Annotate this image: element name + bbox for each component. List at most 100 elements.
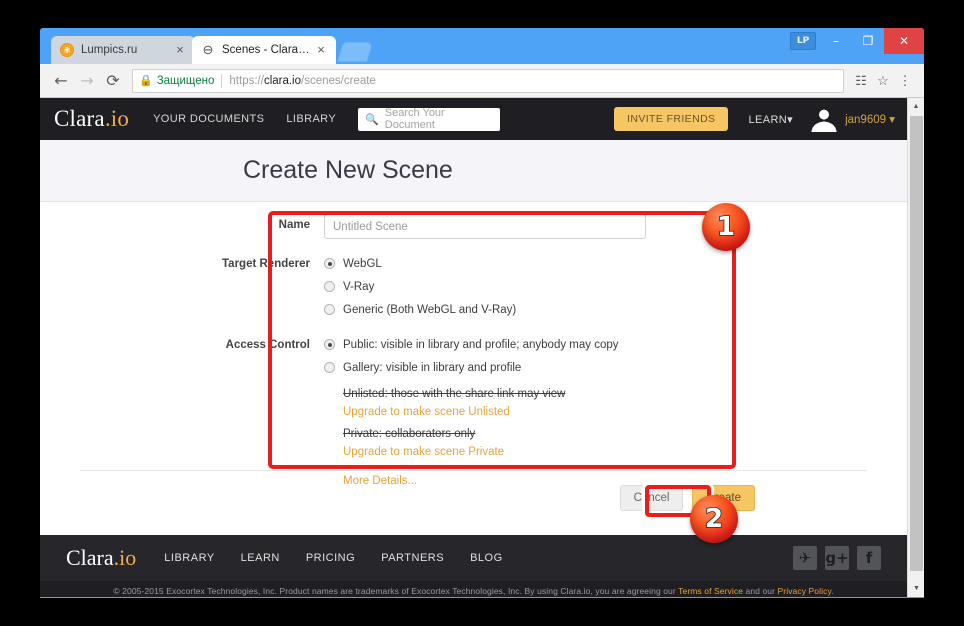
radio-button-icon[interactable] (324, 362, 335, 373)
annotation-badge-1: 1 (702, 203, 750, 251)
learn-label: LEARN (748, 113, 788, 126)
name-control (324, 214, 907, 239)
footer-link-blog[interactable]: BLOG (470, 552, 503, 564)
secure-label: Защищено (156, 74, 215, 87)
new-tab-button[interactable] (337, 42, 373, 62)
learn-dropdown[interactable]: LEARN▾ (748, 113, 793, 126)
radio-label: V-Ray (343, 280, 375, 293)
nav-your-documents[interactable]: YOUR DOCUMENTS (153, 113, 264, 125)
chevron-down-icon: ▾ (889, 114, 895, 126)
chrome-browser-window: Lumpics.ru × ⊖ Scenes - Clara.io × LP – … (40, 28, 924, 598)
url-path: /scenes/create (301, 74, 376, 87)
copyright-part-1: © 2005-2015 Exocortex Technologies, Inc.… (113, 586, 679, 596)
site-footer: Clara.io LIBRARY LEARN PRICING PARTNERS … (40, 535, 907, 581)
footer-link-partners[interactable]: PARTNERS (381, 552, 444, 564)
bookmark-star-icon[interactable]: ☆ (872, 70, 894, 92)
page-viewport: Clara.io YOUR DOCUMENTS LIBRARY 🔍 Search… (40, 98, 924, 597)
scrollbar-thumb[interactable] (910, 116, 923, 571)
back-button[interactable]: ← (48, 68, 74, 94)
url-text: https://clara.io/scenes/create (229, 75, 375, 87)
radio-button-icon[interactable] (324, 281, 335, 292)
radio-option-vray[interactable]: V-Ray (324, 276, 907, 297)
footer-logo-text: Clara (66, 545, 114, 570)
chevron-down-icon: ▾ (787, 113, 794, 126)
omnibox-divider (221, 73, 223, 88)
radio-label: Public: visible in library and profile; … (343, 338, 619, 351)
site-navbar: Clara.io YOUR DOCUMENTS LIBRARY 🔍 Search… (40, 98, 907, 140)
maximize-button[interactable]: ❐ (852, 28, 884, 54)
nav-library[interactable]: LIBRARY (286, 113, 336, 125)
tab-close-icon[interactable]: × (314, 43, 328, 57)
radio-option-generic[interactable]: Generic (Both WebGL and V-Ray) (324, 299, 907, 320)
radio-option-gallery[interactable]: Gallery: visible in library and profile (324, 357, 907, 378)
annotation-badge-2: 2 (690, 495, 738, 543)
desktop-background: Lumpics.ru × ⊖ Scenes - Clara.io × LP – … (0, 0, 964, 626)
browser-toolbar: ← → ⟳ 🔒 Защищено https://clara.io/scenes… (40, 64, 924, 98)
footer-link-pricing[interactable]: PRICING (306, 552, 355, 564)
tab-close-icon[interactable]: × (173, 43, 187, 57)
radio-option-webgl[interactable]: WebGL (324, 253, 907, 274)
copyright-part-3: . (831, 586, 834, 596)
browser-tab-lumpics[interactable]: Lumpics.ru × (51, 36, 195, 64)
name-label: Name (278, 219, 310, 231)
invite-friends-button[interactable]: INVITE FRIENDS (614, 107, 729, 131)
radio-button-icon[interactable] (324, 304, 335, 315)
browser-tab-title: Scenes - Clara.io (222, 44, 310, 56)
terms-of-service-link[interactable]: Terms of Service (678, 586, 743, 596)
radio-button-icon[interactable] (324, 339, 335, 350)
reload-button[interactable]: ⟳ (100, 68, 126, 94)
twitter-icon[interactable]: ✈ (793, 546, 817, 570)
search-placeholder: Search Your Document (384, 107, 445, 131)
copyright-text: © 2005-2015 Exocortex Technologies, Inc.… (113, 586, 833, 596)
radio-button-icon[interactable] (324, 258, 335, 269)
browser-tab-clara[interactable]: ⊖ Scenes - Clara.io × (192, 36, 336, 64)
footer-logo[interactable]: Clara.io (66, 545, 136, 571)
cancel-button[interactable]: Cancel (619, 485, 684, 511)
navbar-right-group: INVITE FRIENDS LEARN▾ jan9609 ▾ (614, 98, 895, 140)
window-controls: LP – ❐ ✕ (790, 28, 924, 54)
footer-logo-suffix: .io (113, 545, 137, 570)
disabled-option-unlisted: Unlisted: those with the share link may … (343, 388, 566, 400)
chrome-menu-icon[interactable]: ⋮ (894, 70, 916, 92)
clara-logo[interactable]: Clara.io (54, 106, 129, 132)
radio-label: Generic (Both WebGL and V-Ray) (343, 303, 517, 316)
google-plus-icon[interactable]: g+ (825, 546, 849, 570)
facebook-icon[interactable]: f (857, 546, 881, 570)
username-label: jan9609 (845, 114, 887, 126)
browser-tab-strip: Lumpics.ru × ⊖ Scenes - Clara.io × LP – … (40, 28, 924, 64)
copyright-bar: © 2005-2015 Exocortex Technologies, Inc.… (40, 581, 907, 597)
search-box[interactable]: 🔍 Search Your Document (358, 107, 501, 131)
radio-option-public[interactable]: Public: visible in library and profile; … (324, 334, 907, 355)
lastpass-icon[interactable]: LP (790, 32, 816, 50)
minimize-button[interactable]: – (820, 28, 852, 54)
more-details-link[interactable]: More Details... (343, 475, 417, 487)
logo-text: Clara (54, 106, 105, 131)
privacy-policy-link[interactable]: Privacy Policy (778, 586, 832, 596)
avatar[interactable] (811, 106, 838, 132)
footer-link-learn[interactable]: LEARN (241, 552, 280, 564)
close-window-button[interactable]: ✕ (884, 28, 924, 54)
lumpics-favicon-icon (60, 43, 74, 57)
scroll-down-arrow-icon[interactable]: ▼ (908, 580, 924, 597)
form-row-access-control: Access Control Public: visible in librar… (40, 334, 907, 489)
upgrade-private-link[interactable]: Upgrade to make scene Private (343, 443, 907, 461)
access-control-label: Access Control (225, 339, 310, 351)
page-scrollbar[interactable]: ▲ ▼ (907, 98, 924, 597)
address-bar[interactable]: 🔒 Защищено https://clara.io/scenes/creat… (132, 68, 844, 93)
footer-link-library[interactable]: LIBRARY (164, 552, 214, 564)
browser-tab-title: Lumpics.ru (81, 44, 138, 56)
upgrade-unlisted-link[interactable]: Upgrade to make scene Unlisted (343, 403, 907, 421)
scene-name-input[interactable] (324, 214, 646, 239)
lock-icon: 🔒 (139, 75, 153, 87)
social-links: ✈ g+ f (793, 546, 881, 570)
form-row-target-renderer: Target Renderer WebGL V-Ray Generic (Bot… (40, 253, 907, 322)
target-renderer-label: Target Renderer (222, 258, 310, 270)
create-scene-form: Name Target Renderer WebGL (40, 202, 907, 535)
radio-label: Gallery: visible in library and profile (343, 361, 522, 374)
translate-icon[interactable]: ☷ (850, 70, 872, 92)
scroll-up-arrow-icon[interactable]: ▲ (908, 98, 924, 115)
target-renderer-options: WebGL V-Ray Generic (Both WebGL and V-Ra… (324, 253, 907, 322)
user-menu[interactable]: jan9609 ▾ (845, 112, 895, 126)
url-domain: clara.io (263, 74, 302, 87)
form-divider (80, 470, 867, 471)
